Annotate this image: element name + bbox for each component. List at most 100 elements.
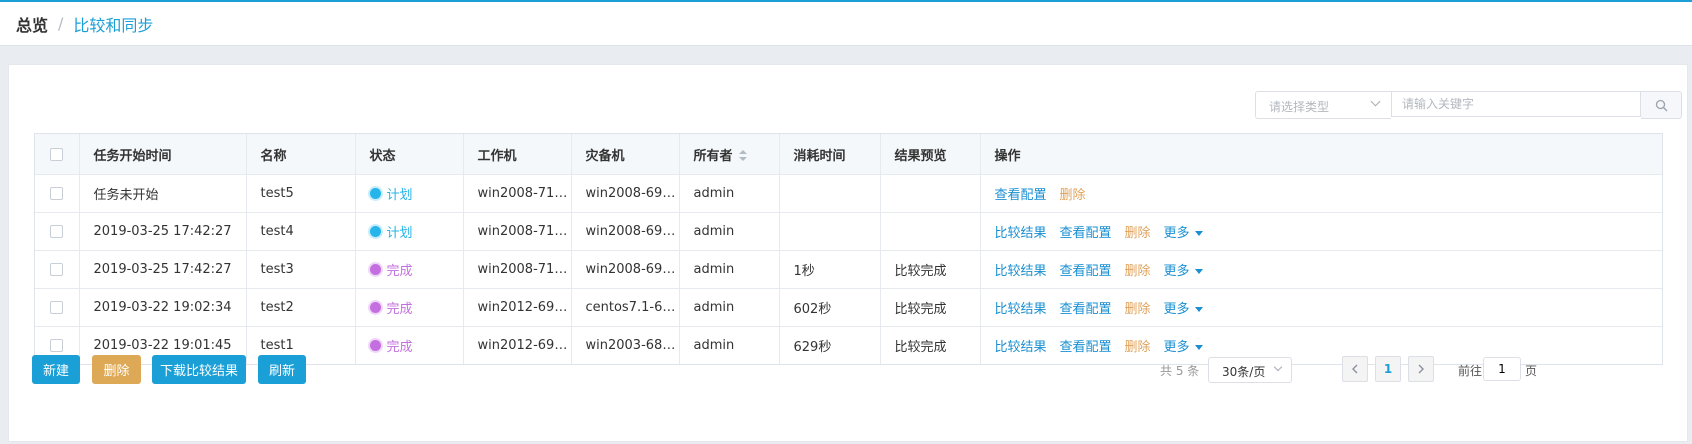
row-checkbox[interactable] <box>50 263 64 276</box>
compare-result-link[interactable]: 比较结果 <box>995 340 1047 355</box>
breadcrumb-home[interactable]: 总览 <box>16 12 48 36</box>
view-config-link[interactable]: 查看配置 <box>1060 302 1112 317</box>
preview-cell <box>880 212 981 251</box>
breadcrumb-current: 比较和同步 <box>73 15 154 35</box>
status-cell: 计划 <box>355 212 464 251</box>
worker-cell: win2008-71.1... <box>463 250 572 289</box>
duration-cell <box>779 212 881 251</box>
search-input[interactable] <box>1391 91 1641 117</box>
goto-page-suffix: 页 <box>1525 364 1538 378</box>
task-table: 任务开始时间 名称 状态 工作机 灾备机 所有者 消耗时间 结果预览 操作 任务… <box>34 133 1663 365</box>
delete-link[interactable]: 删除 <box>1125 264 1151 279</box>
row-checkbox[interactable] <box>50 225 64 238</box>
more-menu[interactable]: 更多 <box>1164 264 1203 279</box>
operations-cell: 查看配置 删除 <box>980 174 1662 213</box>
chevron-down-icon <box>1273 362 1283 372</box>
row-checkbox[interactable] <box>50 301 64 314</box>
view-config-link[interactable]: 查看配置 <box>1060 340 1112 355</box>
sort-icon[interactable] <box>738 150 747 162</box>
page-size-select[interactable]: 30条/页 <box>1208 357 1292 383</box>
status-dot-icon <box>369 188 381 199</box>
more-menu[interactable]: 更多 <box>1164 226 1203 241</box>
status-label: 计划 <box>386 188 413 203</box>
delete-link[interactable]: 删除 <box>1060 188 1086 203</box>
column-header: 名称 <box>246 134 356 175</box>
backup-cell: win2003-68.2... <box>571 326 680 364</box>
more-label: 更多 <box>1163 226 1190 241</box>
page-number-current[interactable]: 1 <box>1375 356 1401 382</box>
start-time-cell: 任务未开始 <box>79 174 247 213</box>
compare-result-link[interactable]: 比较结果 <box>995 226 1047 241</box>
chevron-down-icon <box>1370 96 1381 107</box>
duration-cell: 1秒 <box>779 250 881 289</box>
search-button[interactable] <box>1641 91 1682 119</box>
start-time-cell: 2019-03-25 17:42:27 <box>79 212 247 251</box>
delete-button[interactable]: 删除 <box>92 355 141 384</box>
new-button[interactable]: 新建 <box>32 355 80 384</box>
duration-cell: 629秒 <box>779 326 881 364</box>
status-cell: 计划 <box>355 174 464 213</box>
caret-down-icon <box>1194 307 1203 312</box>
download-results-button[interactable]: 下载比较结果 <box>152 355 246 384</box>
next-page-button[interactable] <box>1408 356 1434 382</box>
row-select-cell <box>35 174 80 213</box>
operations-cell: 比较结果 查看配置 删除 更多 <box>980 250 1662 289</box>
goto-page-input[interactable] <box>1483 357 1521 381</box>
operations-cell: 比较结果 查看配置 删除 更多 <box>980 288 1662 327</box>
more-menu[interactable]: 更多 <box>1164 340 1203 355</box>
more-menu[interactable]: 更多 <box>1164 302 1203 317</box>
more-label: 更多 <box>1163 264 1190 279</box>
worker-cell: win2008-71.1... <box>463 212 572 251</box>
table-header-row: 任务开始时间 名称 状态 工作机 灾备机 所有者 消耗时间 结果预览 操作 <box>35 134 1662 175</box>
compare-result-link[interactable]: 比较结果 <box>995 302 1047 317</box>
owner-cell: admin <box>679 288 780 327</box>
view-config-link[interactable]: 查看配置 <box>995 188 1047 203</box>
filter-bar: 请选择类型 <box>1255 91 1682 119</box>
status-label: 完成 <box>386 264 413 279</box>
duration-cell <box>779 174 881 213</box>
name-cell: test2 <box>246 288 356 327</box>
start-time-cell: 2019-03-25 17:42:27 <box>79 250 247 289</box>
view-config-link[interactable]: 查看配置 <box>1060 264 1112 279</box>
status-dot-icon <box>369 226 381 237</box>
select-all-cell <box>35 134 80 175</box>
column-header: 结果预览 <box>880 134 981 175</box>
name-cell: test4 <box>246 212 356 251</box>
status-label: 完成 <box>386 302 413 317</box>
name-cell: test3 <box>246 250 356 289</box>
pagination-total: 共 5 条 <box>1160 364 1200 378</box>
column-header-owner[interactable]: 所有者 <box>679 134 780 175</box>
preview-cell: 比较完成 <box>880 326 981 364</box>
compare-result-link[interactable]: 比较结果 <box>995 264 1047 279</box>
column-header: 状态 <box>355 134 464 175</box>
delete-link[interactable]: 删除 <box>1125 226 1151 241</box>
worker-cell: win2012-69.1... <box>463 288 572 327</box>
caret-down-icon <box>1194 231 1203 236</box>
delete-link[interactable]: 删除 <box>1125 340 1151 355</box>
breadcrumb: 总览 / 比较和同步 <box>0 2 1692 46</box>
goto-label: 前往 <box>1458 364 1483 378</box>
start-time-cell: 2019-03-22 19:02:34 <box>79 288 247 327</box>
view-config-link[interactable]: 查看配置 <box>1060 226 1112 241</box>
row-select-cell <box>35 250 80 289</box>
column-header: 灾备机 <box>571 134 680 175</box>
row-checkbox[interactable] <box>50 187 64 200</box>
row-select-cell <box>35 288 80 327</box>
operations-cell: 比较结果 查看配置 删除 更多 <box>980 327 1662 365</box>
caret-down-icon <box>1194 269 1203 274</box>
prev-page-button[interactable] <box>1342 356 1368 382</box>
column-header: 操作 <box>980 134 1662 175</box>
chevron-left-icon <box>1352 364 1358 374</box>
type-select[interactable]: 请选择类型 <box>1255 91 1391 119</box>
refresh-button[interactable]: 刷新 <box>258 355 306 384</box>
select-all-checkbox[interactable] <box>50 147 64 161</box>
search-icon <box>1655 99 1667 111</box>
preview-cell: 比较完成 <box>880 250 981 289</box>
delete-link[interactable]: 删除 <box>1125 302 1151 317</box>
type-select-placeholder: 请选择类型 <box>1269 100 1330 114</box>
owner-cell: admin <box>679 326 780 364</box>
row-checkbox[interactable] <box>50 339 64 352</box>
table-row: 2019-03-25 17:42:27 test4 计划 win2008-71.1..… <box>35 212 1662 251</box>
owner-cell: admin <box>679 212 780 251</box>
row-select-cell <box>35 212 80 251</box>
